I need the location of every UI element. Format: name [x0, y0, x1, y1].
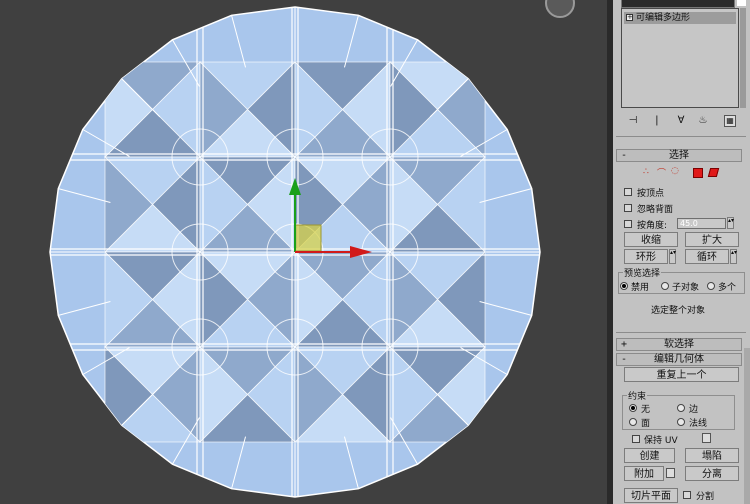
selection-status: 选定整个对象 — [651, 306, 706, 316]
configure-modifier-sets-icon[interactable]: ▦ — [724, 115, 736, 127]
constraint-edge-radio[interactable] — [677, 404, 685, 412]
soft-selection-rollout-header[interactable]: + 软选择 — [616, 338, 742, 351]
attach-button[interactable]: 附加 — [624, 466, 664, 481]
slice-plane-button[interactable]: 切片平面 — [624, 488, 678, 503]
by-angle-checkbox[interactable] — [624, 220, 632, 228]
vertex-level-icon[interactable]: ∴ — [643, 167, 649, 177]
ignore-backfacing-label: 忽略背面 — [637, 205, 674, 215]
edit-geometry-rollout-header[interactable]: - 编辑几何体 — [616, 353, 742, 366]
border-level-icon[interactable]: ◌ — [671, 166, 679, 176]
loop-button[interactable]: 循环 — [685, 249, 729, 264]
constraint-none-radio[interactable] — [629, 404, 637, 412]
constraint-normal-label: 法线 — [689, 419, 708, 429]
split-label: 分割 — [696, 492, 715, 502]
ignore-backfacing-checkbox[interactable] — [624, 204, 632, 212]
separator — [616, 136, 746, 137]
rollout-title: 软选择 — [664, 339, 694, 350]
detach-button[interactable]: 分离 — [685, 466, 739, 481]
shrink-button[interactable]: 收缩 — [624, 232, 678, 247]
rollout-toggle-sign: - — [621, 354, 628, 365]
angle-value: 45.0 — [680, 219, 698, 228]
command-panel: + 可编辑多边形 ⊣ ❘ ∀ ♨ ▦ - 选择 ∴ ⌒ ◌ 按顶点 忽略背面 按… — [613, 0, 750, 504]
constraint-edge-label: 边 — [689, 405, 699, 415]
by-vertex-label: 按顶点 — [637, 189, 665, 199]
edge-level-icon[interactable]: ⌒ — [657, 166, 666, 179]
preview-selection-title: 预览选择 — [623, 266, 662, 279]
viewport[interactable] — [0, 0, 607, 504]
preview-multiple-label: 多个 — [718, 283, 737, 293]
preview-subobject-label: 子对象 — [672, 283, 700, 293]
attach-list-icon[interactable] — [666, 468, 675, 478]
constraint-face-radio[interactable] — [629, 418, 637, 426]
constraints-title: 约束 — [627, 389, 648, 402]
make-unique-icon[interactable]: ∀ — [675, 115, 687, 127]
rollout-toggle-sign: + — [621, 339, 628, 350]
modifier-list-field[interactable] — [621, 0, 735, 8]
constraint-normal-radio[interactable] — [677, 418, 685, 426]
stack-scrollbar[interactable] — [740, 8, 746, 108]
collapse-button[interactable]: 塌陷 — [685, 448, 739, 463]
rollout-title: 编辑几何体 — [654, 354, 704, 365]
selection-rollout-header[interactable]: - 选择 — [616, 149, 742, 162]
ring-button[interactable]: 环形 — [624, 249, 668, 264]
by-vertex-checkbox[interactable] — [624, 188, 632, 196]
ring-spinner[interactable]: ▴▾ — [669, 249, 676, 264]
pin-stack-icon[interactable]: ⊣ — [627, 115, 639, 127]
preview-off-label: 禁用 — [631, 283, 650, 293]
panel-scrollbar[interactable] — [744, 348, 750, 504]
separator — [616, 332, 746, 333]
preview-multiple-radio[interactable] — [707, 282, 715, 290]
show-end-result-icon[interactable]: ❘ — [651, 115, 663, 127]
preserve-uv-checkbox[interactable] — [632, 435, 640, 443]
remove-modifier-icon[interactable]: ♨ — [697, 115, 709, 127]
stack-item-editable-poly[interactable]: + 可编辑多边形 — [624, 12, 736, 24]
grow-button[interactable]: 扩大 — [685, 232, 739, 247]
stack-item-expand-icon[interactable]: + — [626, 14, 633, 21]
polygon-mesh[interactable] — [0, 0, 607, 504]
split-checkbox[interactable] — [683, 491, 691, 499]
preview-subobject-radio[interactable] — [661, 282, 669, 290]
polygon-level-icon[interactable] — [693, 168, 703, 178]
rollout-title: 选择 — [669, 150, 689, 161]
by-angle-label: 按角度: — [637, 221, 668, 231]
modifier-color-swatch[interactable] — [737, 0, 746, 6]
angle-input[interactable]: 45.0 — [677, 218, 726, 229]
angle-spinner[interactable]: ▴▾ — [727, 217, 734, 229]
create-button[interactable]: 创建 — [624, 448, 675, 463]
modifier-stack-list[interactable]: + 可编辑多边形 — [621, 8, 739, 108]
element-level-icon[interactable] — [707, 168, 720, 177]
gizmo-xy-plane — [294, 224, 322, 252]
rollout-toggle-sign: - — [621, 150, 628, 161]
constraint-none-label: 无 — [641, 405, 651, 415]
preview-off-radio[interactable] — [620, 282, 628, 290]
loop-spinner[interactable]: ▴▾ — [730, 249, 737, 264]
constraint-face-label: 面 — [641, 419, 651, 429]
preserve-uv-settings-icon[interactable] — [702, 433, 711, 443]
repeat-last-button[interactable]: 重复上一个 — [624, 367, 739, 382]
preserve-uv-label: 保持 UV — [644, 436, 678, 446]
stack-item-label: 可编辑多边形 — [636, 13, 691, 23]
